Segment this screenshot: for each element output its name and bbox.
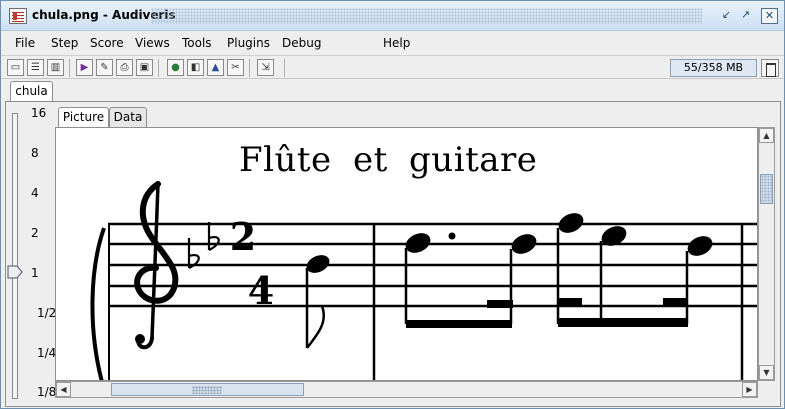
toolbar-separator [69,59,70,77]
app-window: chula.png - Audiveris ↙ ↗ ✕ File Step Sc… [0,0,785,409]
binoculars-icon[interactable]: ● [167,59,184,76]
toolbar-separator [158,59,159,77]
frame-icon[interactable]: ◧ [187,59,204,76]
toolbar: ▭ ☰ ▥ ▶ ✎ ⎙ ▣ ● ◧ ▲ ✂ ⇲ 55/358 MB [1,55,784,79]
export-icon[interactable]: ⇲ [257,59,274,76]
scroll-left-arrow-icon[interactable]: ◀ [56,382,71,397]
tab-data[interactable]: Data [109,107,147,127]
scroll-right-arrow-icon[interactable]: ▶ [742,382,757,397]
menu-tools[interactable]: Tools [182,36,212,50]
vertical-scrollbar[interactable]: ▲ ▼ [758,127,775,381]
score-staff-image: 2 4 [90,181,757,380]
zoom-slider-track[interactable] [12,113,18,399]
open-icon[interactable]: ▭ [7,59,24,76]
zoom-label-1: 1 [31,266,39,280]
close-icon[interactable]: ✕ [761,8,778,24]
tab-picture[interactable]: Picture [58,107,109,127]
save-icon[interactable]: ▣ [136,59,153,76]
memory-usage: 55/358 MB [670,59,757,77]
menu-help[interactable]: Help [383,36,410,50]
menu-views[interactable]: Views [135,36,170,50]
time-signature-top: 2 [230,214,256,259]
trash-icon[interactable] [761,59,779,77]
horizontal-scroll-thumb[interactable] [111,383,304,396]
edit-icon[interactable]: ✎ [96,59,113,76]
score-picture-view[interactable]: Flûte et guitare 2 4 [55,127,758,381]
menu-bar: File Step Score Views Tools Plugins Debu… [1,32,784,55]
restore-icon[interactable]: ↙ [718,8,735,24]
zoom-label-16: 16 [31,106,47,120]
menu-debug[interactable]: Debug [282,36,321,50]
bell-icon[interactable]: ▲ [207,59,224,76]
toolbar-separator [249,59,250,77]
columns-icon[interactable]: ▥ [47,59,64,76]
zoom-slider-thumb[interactable] [7,265,23,279]
audiveris-app-icon [9,8,27,24]
menu-score[interactable]: Score [90,36,124,50]
time-signature-bottom: 4 [248,268,274,313]
play-icon[interactable]: ▶ [76,59,93,76]
print-icon[interactable]: ⎙ [116,59,133,76]
menu-plugins[interactable]: Plugins [227,36,270,50]
scroll-down-arrow-icon[interactable]: ▼ [759,365,774,380]
vertical-scroll-thumb[interactable] [760,174,773,204]
zoom-label-4: 4 [31,186,39,200]
scroll-up-arrow-icon[interactable]: ▲ [759,128,774,143]
zoom-label-2: 2 [31,226,39,240]
menu-file[interactable]: File [15,36,35,50]
scissors-icon[interactable]: ✂ [227,59,244,76]
maximize-icon[interactable]: ↗ [737,8,754,24]
tab-sheet-chula[interactable]: chula [10,81,53,101]
horizontal-scrollbar[interactable]: ◀ ▶ [55,381,758,398]
title-bar: chula.png - Audiveris ↙ ↗ ✕ [1,1,784,31]
toolbar-separator [284,59,285,77]
sheet-icon[interactable]: ☰ [27,59,44,76]
zoom-label-8: 8 [31,146,39,160]
menu-step[interactable]: Step [51,36,78,50]
title-bar-texture [151,8,702,24]
